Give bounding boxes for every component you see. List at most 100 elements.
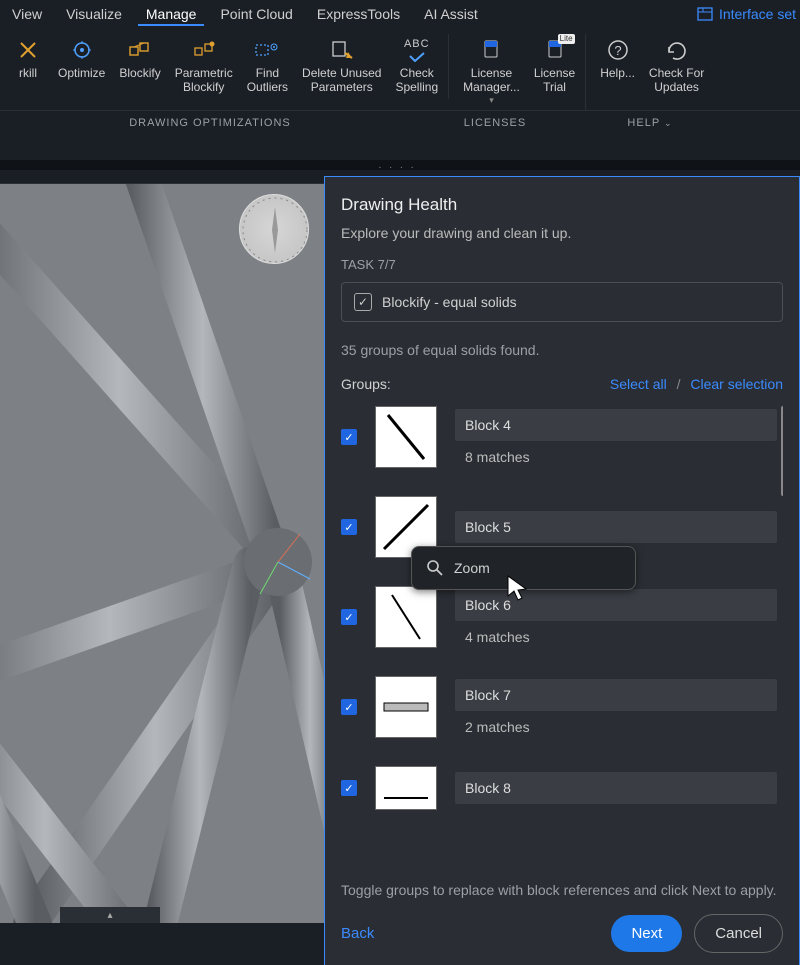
ribbon-label: Blockify — [119, 66, 160, 80]
svg-text:?: ? — [614, 43, 621, 58]
help-icon: ? — [602, 36, 634, 64]
compass-icon — [240, 195, 310, 265]
found-count: 35 groups of equal solids found. — [341, 342, 783, 358]
license-manager-icon — [475, 36, 507, 64]
panel-footer: Back Next Cancel — [341, 910, 783, 953]
groups-list[interactable]: ✓ Block 4 8 matches ✓ Block 5 Zoom — [341, 406, 783, 878]
abc-badge: ABC — [404, 38, 430, 51]
ribbon-find-outliers[interactable]: Find Outliers — [241, 34, 294, 99]
ribbon-label: Parametric Blockify — [175, 66, 233, 95]
group-label-licenses: LICENSES — [420, 117, 570, 129]
ribbon-label: Help... — [600, 66, 635, 80]
ribbon-group-licenses: License Manager... ▾ Lite License Trial — [453, 34, 586, 110]
group-checkbox[interactable]: ✓ — [341, 699, 357, 715]
group-row[interactable]: ✓ Block 8 — [341, 766, 777, 810]
panel-title: Drawing Health — [341, 195, 783, 215]
view-compass[interactable] — [239, 194, 309, 264]
menu-view[interactable]: View — [4, 2, 50, 26]
group-checkbox[interactable]: ✓ — [341, 429, 357, 445]
scrollbar-thumb[interactable] — [781, 406, 783, 496]
ribbon-license-trial[interactable]: Lite License Trial — [528, 34, 581, 99]
ribbon-label: Optimize — [58, 66, 105, 80]
menu-expresstools[interactable]: ExpressTools — [309, 2, 408, 26]
panel-icon — [697, 6, 713, 22]
viewport-geometry — [0, 184, 324, 923]
ribbon-check-updates[interactable]: Check For Updates — [643, 34, 710, 99]
ribbon-group-help: ? Help... Check For Updates — [590, 34, 714, 99]
license-trial-icon: Lite — [539, 36, 571, 64]
ribbon-group-labels: DRAWING OPTIMIZATIONS LICENSES HELP ⌄ — [0, 111, 800, 135]
delete-unused-icon — [326, 36, 358, 64]
back-button[interactable]: Back — [341, 925, 374, 942]
group-name: Block 6 — [455, 589, 777, 621]
panel-subtitle: Explore your drawing and clean it up. — [341, 225, 783, 241]
group-label-drawopt: DRAWING OPTIMIZATIONS — [0, 117, 420, 129]
ribbon-label: License Trial — [534, 66, 575, 95]
find-outliers-icon — [251, 36, 283, 64]
groups-header: Groups: Select all / Clear selection — [341, 376, 783, 392]
task-progress-label: TASK 7/7 — [341, 257, 783, 272]
ribbon-label: Find Outliers — [247, 66, 288, 95]
ribbon-overkill[interactable]: rkill — [6, 34, 50, 84]
viewport-collapse-handle[interactable]: ▴ — [60, 907, 160, 923]
ribbon-label: Check Spelling — [395, 66, 438, 95]
menu-visualize[interactable]: Visualize — [58, 2, 130, 26]
menu-manage[interactable]: Manage — [138, 2, 205, 26]
group-label-help: HELP ⌄ — [570, 117, 730, 129]
check-spelling-icon: ABC — [401, 36, 433, 64]
parametric-blockify-icon — [188, 36, 220, 64]
menu-point-cloud[interactable]: Point Cloud — [212, 2, 300, 26]
group-matches: 8 matches — [455, 441, 777, 465]
ribbon-label: Delete Unused Parameters — [302, 66, 381, 95]
group-row[interactable]: ✓ Block 6 4 matches — [341, 586, 777, 648]
group-name: Block 5 — [455, 511, 777, 543]
group-name: Block 4 — [455, 409, 777, 441]
select-all-link[interactable]: Select all — [610, 376, 667, 392]
optimize-icon — [66, 36, 98, 64]
next-button[interactable]: Next — [611, 915, 682, 952]
ribbon-parametric-blockify[interactable]: Parametric Blockify — [169, 34, 239, 99]
ribbon-blockify[interactable]: Blockify — [113, 34, 166, 84]
ribbon: rkill Optimize Blockify Parametric Block… — [0, 28, 800, 111]
group-checkbox[interactable]: ✓ — [341, 780, 357, 796]
ribbon-label: License Manager... — [463, 66, 520, 95]
ribbon-check-spelling[interactable]: ABC Check Spelling — [389, 34, 444, 99]
ribbon-optimize[interactable]: Optimize — [52, 34, 111, 84]
cancel-button[interactable]: Cancel — [694, 914, 783, 953]
zoom-icon — [426, 559, 444, 577]
updates-icon — [661, 36, 693, 64]
viewport-3d[interactable]: ▴ — [0, 183, 324, 923]
menu-ai-assist[interactable]: AI Assist — [416, 2, 486, 26]
group-thumbnail[interactable] — [375, 406, 437, 468]
interface-set-link[interactable]: Interface set — [697, 6, 796, 22]
ribbon-license-manager[interactable]: License Manager... ▾ — [457, 34, 526, 110]
groups-label: Groups: — [341, 376, 391, 392]
overkill-icon — [12, 36, 44, 64]
group-thumbnail[interactable] — [375, 766, 437, 810]
ribbon-delete-unused-parameters[interactable]: Delete Unused Parameters — [296, 34, 387, 99]
hint-text: Toggle groups to replace with block refe… — [341, 878, 783, 910]
group-thumbnail[interactable] — [375, 676, 437, 738]
ribbon-label: rkill — [19, 66, 37, 80]
context-zoom[interactable]: Zoom — [454, 560, 490, 576]
ribbon-group-drawing-opt: rkill Optimize Blockify Parametric Block… — [2, 34, 449, 99]
interface-set-label: Interface set — [719, 6, 796, 22]
group-name: Block 7 — [455, 679, 777, 711]
group-checkbox[interactable]: ✓ — [341, 519, 357, 535]
task-box[interactable]: ✓ Blockify - equal solids — [341, 282, 783, 322]
ribbon-label: Check For Updates — [649, 66, 704, 95]
task-name: Blockify - equal solids — [382, 294, 517, 310]
ribbon-help[interactable]: ? Help... — [594, 34, 641, 84]
group-name: Block 8 — [455, 772, 777, 804]
splitter-handle[interactable]: .... — [0, 160, 800, 170]
separator: / — [677, 376, 681, 392]
clear-selection-link[interactable]: Clear selection — [690, 376, 783, 392]
group-matches: 4 matches — [455, 621, 777, 645]
menubar: View Visualize Manage Point Cloud Expres… — [0, 0, 800, 28]
task-check-icon: ✓ — [354, 293, 372, 311]
group-checkbox[interactable]: ✓ — [341, 609, 357, 625]
group-row[interactable]: ✓ Block 4 8 matches — [341, 406, 777, 468]
group-thumbnail[interactable] — [375, 586, 437, 648]
group-row[interactable]: ✓ Block 7 2 matches — [341, 676, 777, 738]
group-matches: 2 matches — [455, 711, 777, 735]
